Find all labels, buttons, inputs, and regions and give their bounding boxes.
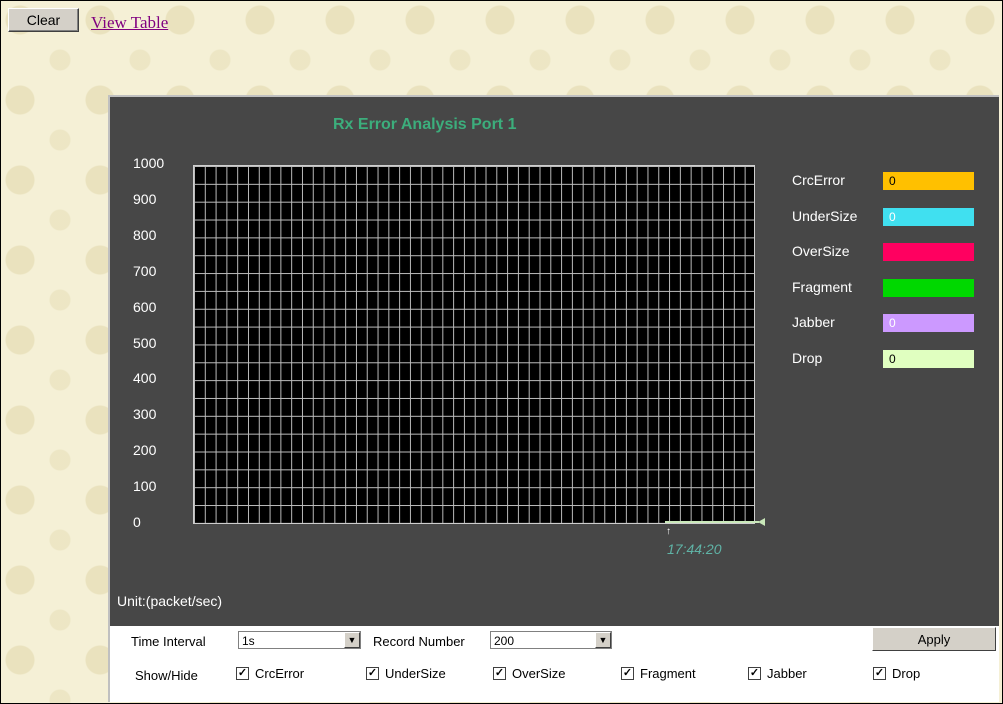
apply-button[interactable]: Apply [872,627,996,651]
checkbox-label: Jabber [767,666,807,681]
legend-label-undersize: UnderSize [792,207,858,224]
y-tick-label: 300 [133,406,157,423]
record-number-select[interactable]: 200 ▼ [490,631,612,649]
legend-value-undersize: 0 [883,207,974,226]
legend-label-oversize: OverSize [792,243,850,260]
checkbox-oversize[interactable]: ✓ OverSize [493,666,565,681]
x-axis-timestamp: 17:44:20 [667,541,722,557]
record-number-value: 200 [494,634,515,648]
checkbox-label: UnderSize [385,666,446,681]
checkbox-icon[interactable]: ✓ [748,667,761,680]
y-tick-label: 0 [133,514,141,530]
time-interval-label: Time Interval [131,634,206,649]
checkbox-label: OverSize [512,666,566,681]
legend-value-crcerror: 0 [883,172,974,190]
checkbox-icon[interactable]: ✓ [873,667,886,680]
legend-label-drop: Drop [792,350,823,366]
legend-value-fragment: 0 [883,278,974,297]
y-tick-label: 800 [133,226,157,243]
legend-value-oversize: 0 [883,243,974,262]
legend-value-drop: 0 [883,350,974,368]
y-tick-label: 200 [133,442,157,459]
y-tick-label: 500 [133,334,157,351]
checkbox-crcerror[interactable]: ✓ CrcError [236,666,304,681]
checkbox-icon[interactable]: ✓ [236,667,249,680]
time-interval-select[interactable]: 1s ▼ [238,631,361,649]
checkbox-drop[interactable]: ✓ Drop [873,666,920,681]
y-tick-label: 700 [133,262,157,279]
y-tick-label: 100 [133,478,157,495]
checkbox-icon[interactable]: ✓ [366,667,379,680]
checkbox-label: Drop [892,666,921,681]
checkbox-undersize[interactable]: ✓ UnderSize [366,666,446,681]
y-tick-label: 1000 [133,155,165,171]
line-end-marker [758,518,765,526]
view-table-link[interactable]: View Table [91,13,168,33]
legend-value-jabber: 0 [883,314,974,333]
clear-button[interactable]: Clear [8,8,79,32]
time-interval-value: 1s [242,634,255,648]
chevron-down-icon[interactable]: ▼ [595,632,611,648]
data-line [665,521,759,523]
chevron-down-icon[interactable]: ▼ [344,632,360,648]
chart-title: Rx Error Analysis Port 1 [333,116,517,133]
record-number-label: Record Number [373,634,465,649]
y-tick-label: 400 [133,370,157,387]
checkbox-fragment[interactable]: ✓ Fragment [621,666,696,681]
checkbox-label: Fragment [640,666,696,681]
y-tick-label: 900 [133,190,157,207]
legend-label-jabber: Jabber [792,314,835,331]
time-arrow-icon: ↑ [666,526,671,537]
checkbox-jabber[interactable]: ✓ Jabber [748,666,807,681]
checkbox-icon[interactable]: ✓ [621,667,634,680]
checkbox-icon[interactable]: ✓ [493,667,506,680]
legend-label-crcerror: CrcError [792,172,845,188]
show-hide-label: Show/Hide [135,668,198,683]
checkbox-label: CrcError [255,666,305,681]
plot-area [193,165,755,524]
unit-label: Unit:(packet/sec) [117,593,223,609]
y-tick-label: 600 [133,298,157,315]
legend-label-fragment: Fragment [792,278,852,295]
